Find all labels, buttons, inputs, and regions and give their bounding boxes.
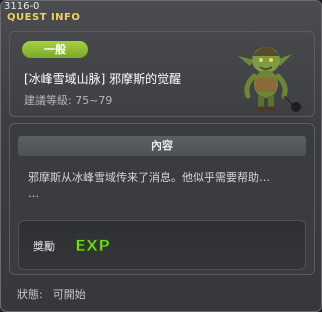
exp-icon: EXP — [75, 236, 111, 256]
quest-name: [冰峰雪域山脉] 邪摩斯的觉醒 — [24, 72, 182, 86]
status-value: 可開始 — [52, 288, 86, 301]
status-label: 狀態: — [17, 288, 43, 301]
svg-text:EXP: EXP — [75, 236, 110, 255]
quest-status: 狀態: 可開始 — [17, 286, 96, 302]
reward-box: 獎勵 EXP — [18, 220, 306, 270]
window-title: QUEST INFO — [7, 12, 81, 23]
quest-level-range: 建議等級: 75~79 — [24, 94, 113, 107]
content-text: 邪摩斯从冰峰雪域传来了消息。他似乎需要帮助… … — [28, 170, 298, 202]
content-text-line-1: 邪摩斯从冰峰雪域传来了消息。他似乎需要帮助… — [28, 171, 270, 184]
category-badge: 一般 — [22, 41, 88, 58]
quest-content-panel: 內容 邪摩斯从冰峰雪域传来了消息。他似乎需要帮助… … 獎勵 EXP — [9, 123, 315, 275]
quest-summary-panel: 一般 [冰峰雪域山脉] 邪摩斯的觉醒 建議等級: 75~79 — [9, 31, 315, 117]
goblin-icon — [238, 47, 301, 112]
content-text-line-2: … — [28, 187, 39, 200]
content-header: 內容 — [18, 136, 306, 156]
quest-info-window: 3116-0 QUEST INFO 一般 [冰峰雪域山脉] 邪摩斯的觉醒 建議等… — [0, 0, 322, 312]
reward-label: 獎勵 — [33, 240, 55, 253]
